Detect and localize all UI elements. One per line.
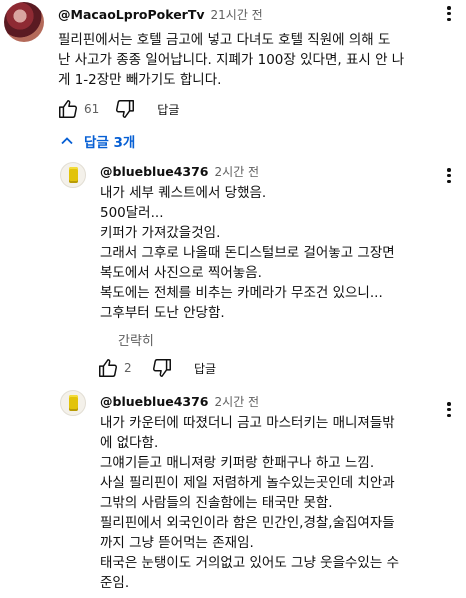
reply-author[interactable]: @blueblue4376 2시간 전	[100, 393, 259, 410]
avatar-can-icon	[69, 395, 78, 411]
comment-timestamp[interactable]: 21시간 전	[211, 8, 263, 22]
replies-toggle-button[interactable]: 답글 3개	[60, 128, 135, 154]
like-count: 2	[124, 361, 132, 375]
reply-author-avatar[interactable]	[60, 162, 86, 188]
author-name[interactable]: @MacaoLproPokerTv	[58, 7, 205, 22]
comment-actions: 61 답글	[56, 97, 179, 121]
chevron-up-icon	[61, 137, 73, 145]
reply-author-name[interactable]: @blueblue4376	[100, 164, 209, 179]
more-actions-icon[interactable]	[447, 402, 451, 418]
like-button[interactable]	[96, 356, 120, 380]
thumbs-down-icon	[152, 359, 171, 377]
avatar-can-icon	[69, 167, 78, 183]
more-actions-icon[interactable]	[447, 6, 451, 22]
reply-button[interactable]: 답글	[157, 101, 179, 118]
comment-author[interactable]: @MacaoLproPokerTv 21시간 전	[58, 6, 263, 23]
dislike-button[interactable]	[150, 356, 174, 380]
thumbs-up-icon	[59, 100, 78, 118]
reply-author-name[interactable]: @blueblue4376	[100, 394, 209, 409]
reply-button[interactable]: 답글	[194, 360, 216, 377]
reply-text: 내가 카운터에 따졌더니 금고 마스터키는 매니져들밖 에 없다함. 그얘기듣고…	[100, 415, 399, 591]
like-button[interactable]	[56, 97, 80, 121]
author-avatar[interactable]	[4, 2, 44, 42]
show-less-button[interactable]: 간략히	[118, 330, 154, 349]
dislike-button[interactable]	[113, 97, 137, 121]
thumbs-down-icon	[116, 100, 135, 118]
reply-text: 내가 세부 퀘스트에서 당했음. 500달러... 키퍼가 가져갔을것임. 그래…	[100, 185, 395, 321]
like-count: 61	[84, 102, 100, 116]
thumbs-up-icon	[99, 359, 118, 377]
reply-timestamp[interactable]: 2시간 전	[215, 165, 260, 179]
replies-toggle-label: 답글 3개	[84, 135, 136, 151]
reply-actions: 2 답글	[96, 356, 216, 380]
comment-text: 필리핀에서는 호텔 금고에 넣고 다녀도 호텔 직원에 의해 도 난 사고가 종…	[58, 32, 405, 88]
reply-author-avatar[interactable]	[60, 390, 86, 416]
reply-author[interactable]: @blueblue4376 2시간 전	[100, 163, 259, 180]
reply-timestamp[interactable]: 2시간 전	[215, 395, 260, 409]
more-actions-icon[interactable]	[447, 168, 451, 184]
